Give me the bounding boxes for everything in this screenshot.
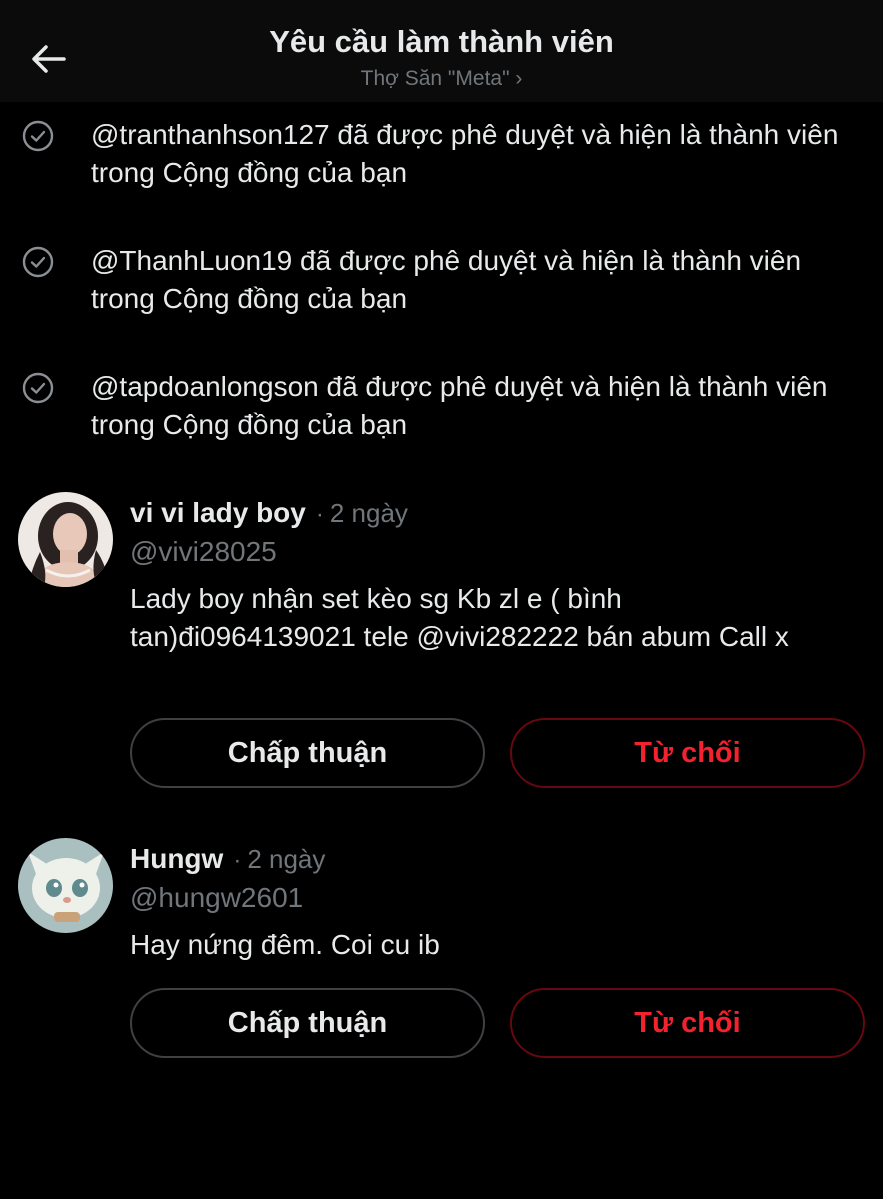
avatar[interactable] [18, 492, 113, 587]
reject-button[interactable]: Từ chối [510, 718, 865, 788]
username-handle[interactable]: @vivi28025 [130, 533, 277, 571]
display-name[interactable]: vi vi lady boy [130, 497, 306, 528]
reject-button[interactable]: Từ chối [510, 988, 865, 1058]
user-bio: Hay nứng đêm. Coi cu ib [130, 929, 440, 960]
check-circle-icon [22, 246, 54, 278]
check-circle-icon [22, 372, 54, 404]
request-time: 2 ngày [329, 498, 408, 528]
community-link[interactable]: Thợ Săn "Meta" › [0, 67, 883, 91]
notice-text: @tapdoanlongson đã được phê duyệt và hiệ… [91, 371, 828, 440]
notice-text: @tranthanhson127 đã được phê duyệt và hi… [91, 119, 839, 188]
user-bio: Lady boy nhận set kèo sg Kb zl e ( bình … [130, 583, 789, 652]
name-row: vi vi lady boy · 2 ngày [130, 494, 408, 534]
separator-dot: · [315, 501, 324, 528]
request-time: 2 ngày [247, 844, 326, 874]
approve-button[interactable]: Chấp thuận [130, 718, 485, 788]
avatar[interactable] [18, 838, 113, 933]
name-row: Hungw · 2 ngày [130, 840, 325, 880]
check-circle-icon [22, 120, 54, 152]
page-title: Yêu cầu làm thành viên [269, 24, 614, 59]
separator-dot: · [233, 847, 242, 874]
approve-button[interactable]: Chấp thuận [130, 988, 485, 1058]
username-handle[interactable]: @hungw2601 [130, 879, 303, 917]
top-app-bar: Yêu cầu làm thành viên Thợ Săn "Meta" › [0, 0, 883, 102]
notice-text: @ThanhLuon19 đã được phê duyệt và hiện l… [91, 245, 802, 314]
display-name[interactable]: Hungw [130, 843, 223, 874]
